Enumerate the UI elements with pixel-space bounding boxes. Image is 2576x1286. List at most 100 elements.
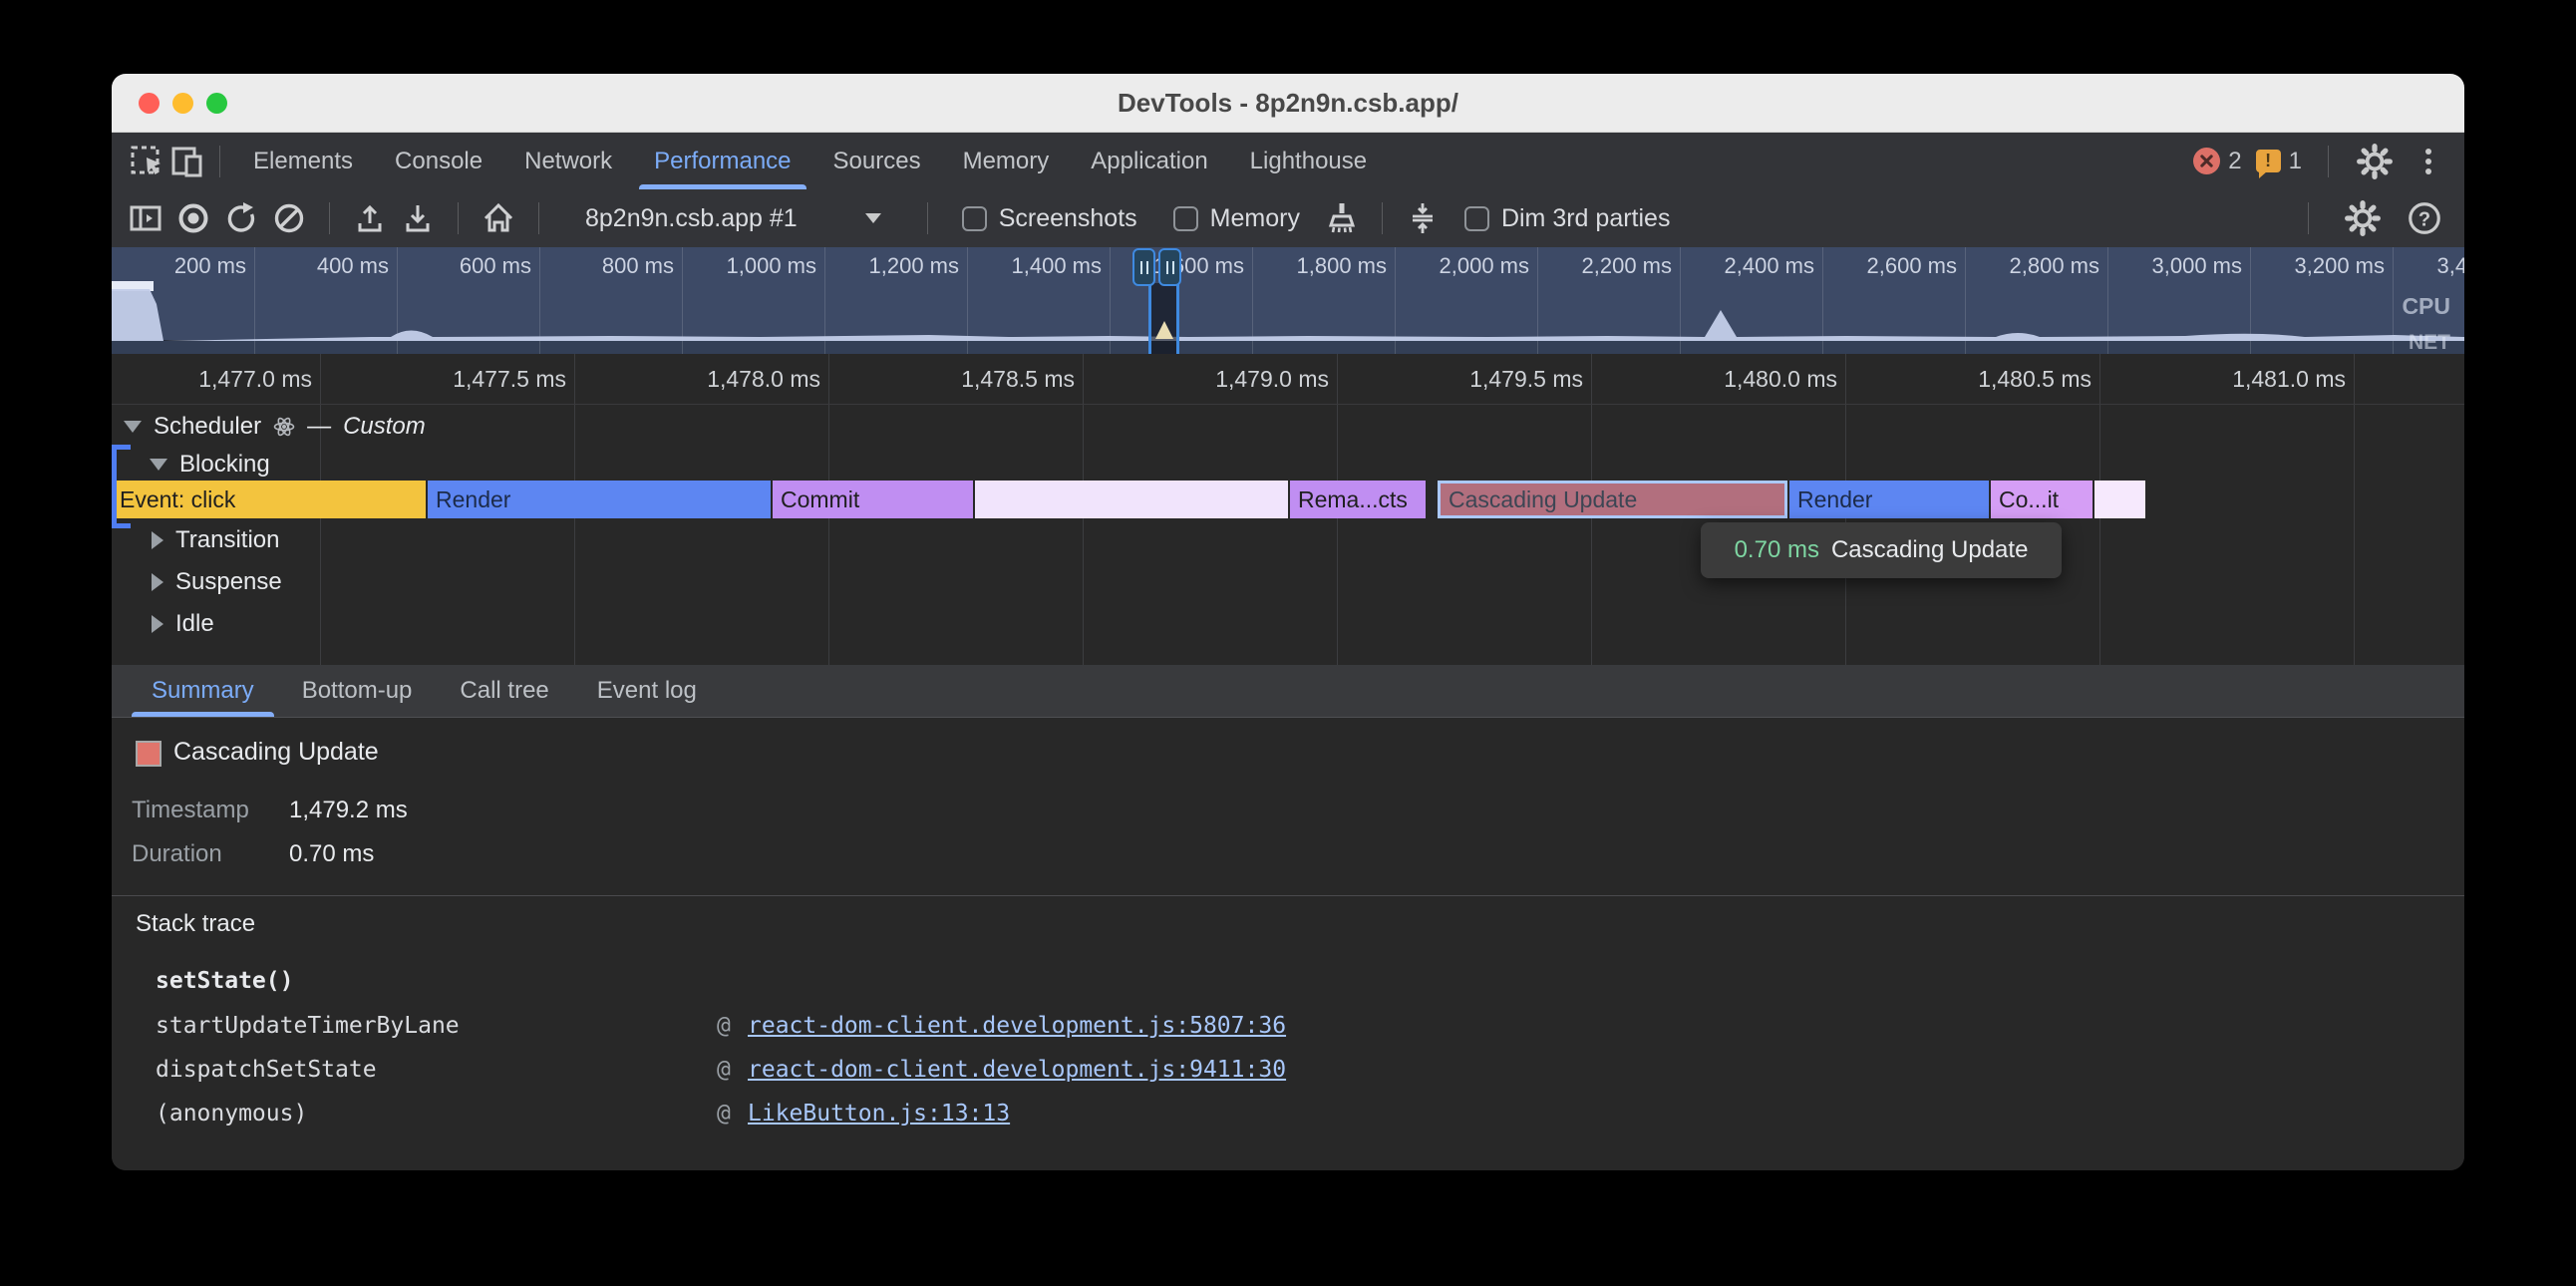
- ruler-gridline: [320, 354, 321, 404]
- track-suspense[interactable]: Suspense: [152, 568, 282, 596]
- home-icon[interactable]: [479, 198, 518, 238]
- record-icon[interactable]: [173, 198, 213, 238]
- dim-3rd-parties-label: Dim 3rd parties: [1501, 204, 1671, 233]
- timeline-overview[interactable]: CPU NET 200 ms400 ms600 ms800 ms1,000 ms…: [112, 247, 2464, 354]
- tab-application[interactable]: Application: [1070, 133, 1228, 189]
- separator: [538, 202, 539, 234]
- error-icon: [2193, 148, 2220, 174]
- chevron-down-icon[interactable]: [865, 213, 881, 223]
- tab-console[interactable]: Console: [374, 133, 503, 189]
- flame-bar-event-click[interactable]: Event: click: [112, 481, 426, 518]
- detail-time-ruler: 1,477.0 ms1,477.5 ms1,478.0 ms1,478.5 ms…: [112, 354, 2464, 405]
- clear-icon[interactable]: [269, 198, 309, 238]
- dim-3rd-parties-checkbox[interactable]: [1464, 206, 1489, 231]
- more-options-kebab-icon[interactable]: [2409, 142, 2448, 181]
- toggle-sidebar-icon[interactable]: [126, 198, 165, 238]
- flame-bar-render[interactable]: Render: [1789, 481, 1989, 518]
- overview-tick-label: 1,400 ms: [1012, 253, 1103, 279]
- window-title: DevTools - 8p2n9n.csb.app/: [112, 74, 2464, 132]
- devtools-window: DevTools - 8p2n9n.csb.app/ ElementsConso…: [112, 74, 2464, 1170]
- settings-gear-icon[interactable]: [2355, 142, 2395, 181]
- overview-tick-label: 2,000 ms: [1440, 253, 1530, 279]
- summary-row-label: Timestamp: [132, 797, 289, 824]
- cpu-activity-chart: [112, 277, 2464, 341]
- track-gridline: [828, 405, 829, 665]
- cpu-spike-marker: [1155, 321, 1173, 339]
- tab-memory[interactable]: Memory: [942, 133, 1071, 189]
- flame-bar-render[interactable]: Render: [428, 481, 771, 518]
- stack-frame-function: dispatchSetState: [156, 1057, 377, 1083]
- screenshots-checkbox[interactable]: [962, 206, 987, 231]
- tab-performance[interactable]: Performance: [633, 133, 811, 189]
- garbage-collect-broom-icon[interactable]: [1322, 198, 1362, 238]
- details-tab-event-log[interactable]: Event log: [573, 665, 721, 717]
- stack-frame-at: @: [717, 1101, 731, 1126]
- selection-range[interactable]: [1151, 283, 1179, 354]
- warning-badge[interactable]: ! 1: [2256, 148, 2302, 175]
- memory-checkbox-group[interactable]: Memory: [1173, 204, 1300, 233]
- stack-frame: (anonymous)@LikeButton.js:13:13: [112, 1101, 2464, 1130]
- selection-right-handle[interactable]: [1158, 248, 1181, 286]
- history-dropdown[interactable]: 8p2n9n.csb.app #1: [585, 204, 798, 233]
- flame-bar-co-it[interactable]: Co...it: [1991, 481, 2093, 518]
- error-badge[interactable]: 2: [2193, 148, 2241, 175]
- tab-sources[interactable]: Sources: [812, 133, 942, 189]
- stack-frame: startUpdateTimerByLane@react-dom-client.…: [112, 1013, 2464, 1043]
- tab-lighthouse[interactable]: Lighthouse: [1229, 133, 1388, 189]
- download-profile-icon[interactable]: [398, 198, 438, 238]
- tab-elements[interactable]: Elements: [232, 133, 374, 189]
- capture-settings-gear-icon[interactable]: [2343, 198, 2383, 238]
- overview-tick-label: 400 ms: [317, 253, 389, 279]
- device-toolbar-icon[interactable]: [167, 142, 207, 181]
- expand-triangle-icon[interactable]: [152, 615, 163, 633]
- stack-frame-source-link[interactable]: LikeButton.js:13:13: [748, 1101, 1010, 1126]
- collapse-triangle-icon[interactable]: [124, 421, 142, 433]
- details-tab-bottom-up[interactable]: Bottom-up: [278, 665, 437, 717]
- screenshots-checkbox-group[interactable]: Screenshots: [962, 204, 1137, 233]
- record-and-reload-icon[interactable]: [221, 198, 261, 238]
- overview-tick-label: 2,400 ms: [1725, 253, 1815, 279]
- expand-triangle-icon[interactable]: [152, 531, 163, 549]
- stack-frame-source-link[interactable]: react-dom-client.development.js:5807:36: [748, 1013, 1286, 1039]
- selection-right-edge[interactable]: [1176, 279, 1179, 354]
- flame-bar[interactable]: [2094, 481, 2145, 518]
- active-tab-underline: [132, 712, 274, 717]
- stack-frame: dispatchSetState@react-dom-client.develo…: [112, 1057, 2464, 1087]
- stack-frame-source-link[interactable]: react-dom-client.development.js:9411:30: [748, 1057, 1286, 1083]
- track-transition[interactable]: Transition: [152, 526, 279, 554]
- track-gridline: [2099, 405, 2100, 665]
- track-idle[interactable]: Idle: [152, 610, 214, 638]
- track-scheduler[interactable]: Scheduler — Custom: [124, 413, 426, 441]
- flame-bar-commit[interactable]: Commit: [773, 481, 973, 518]
- flame-bar[interactable]: [975, 481, 1288, 518]
- help-icon[interactable]: ?: [2405, 198, 2444, 238]
- flame-bar-rema-cts[interactable]: Rema...cts: [1290, 481, 1426, 518]
- inspect-element-icon[interactable]: [128, 142, 167, 181]
- memory-label: Memory: [1210, 204, 1300, 233]
- ruler-tick-label: 1,479.5 ms: [1469, 354, 1583, 404]
- ruler-tick-label: 1,480.5 ms: [1978, 354, 2092, 404]
- details-tab-call-tree[interactable]: Call tree: [436, 665, 572, 717]
- dim-3rd-parties-checkbox-group[interactable]: Dim 3rd parties: [1464, 204, 1671, 233]
- ruler-gridline: [1083, 354, 1084, 404]
- summary-row-label: Duration: [132, 840, 289, 868]
- ruler-gridline: [2099, 354, 2100, 404]
- stack-trace-panel: Stack trace setState() startUpdateTimerB…: [112, 895, 2464, 1170]
- ruler-gridline: [1337, 354, 1338, 404]
- details-tab-summary[interactable]: Summary: [128, 665, 278, 717]
- overview-tick-label: 2,800 ms: [2010, 253, 2100, 279]
- scheduler-annotation: Custom: [343, 413, 426, 441]
- collapse-triangle-icon[interactable]: [150, 459, 167, 471]
- collapse-vertical-icon[interactable]: [1403, 198, 1443, 238]
- selection-left-handle[interactable]: [1132, 248, 1155, 286]
- flame-bar-cascading-update[interactable]: Cascading Update: [1438, 481, 1787, 518]
- ruler-tick-label: 1,477.0 ms: [198, 354, 312, 404]
- track-blocking[interactable]: Blocking: [150, 451, 270, 479]
- track-gridline: [1083, 405, 1084, 665]
- tab-network[interactable]: Network: [503, 133, 633, 189]
- memory-checkbox[interactable]: [1173, 206, 1198, 231]
- selection-left-edge[interactable]: [1148, 279, 1151, 354]
- upload-profile-icon[interactable]: [350, 198, 390, 238]
- devtools-tab-bar: ElementsConsoleNetworkPerformanceSources…: [112, 133, 2464, 189]
- expand-triangle-icon[interactable]: [152, 573, 163, 591]
